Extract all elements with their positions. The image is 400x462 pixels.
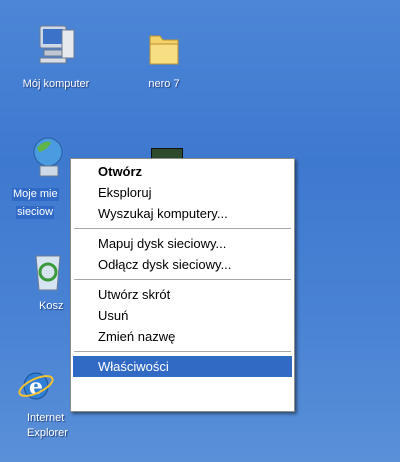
- menu-item-rename[interactable]: Zmień nazwę: [71, 326, 294, 347]
- folder-icon: [146, 28, 182, 72]
- internet-explorer-icon: e: [14, 362, 54, 408]
- desktop-icon-my-computer[interactable]: Mój komputer: [6, 22, 106, 92]
- menu-item-disconnect-network-drive[interactable]: Odłącz dysk sieciowy...: [71, 254, 294, 275]
- menu-separator: [74, 228, 291, 229]
- menu-separator: [74, 351, 291, 352]
- desktop-icon-nero-7[interactable]: nero 7: [114, 28, 214, 92]
- desktop-icon-label: Internet: [27, 412, 65, 424]
- computer-icon: [36, 22, 76, 72]
- desktop-icon-label: Mój komputer: [22, 78, 90, 90]
- menu-item-explore[interactable]: Eksploruj: [71, 182, 294, 203]
- menu-item-properties[interactable]: Właściwości: [73, 356, 292, 377]
- menu-item-delete[interactable]: Usuń: [71, 305, 294, 326]
- context-menu: Otwórz Eksploruj Wyszukaj komputery... M…: [70, 158, 295, 412]
- menu-item-search-computers[interactable]: Wyszukaj komputery...: [71, 203, 294, 224]
- desktop-icon-label: nero 7: [148, 78, 180, 90]
- desktop-icon-label: Moje mie: [12, 188, 59, 201]
- menu-item-create-shortcut[interactable]: Utwórz skrót: [71, 284, 294, 305]
- desktop-icon-label: Kosz: [39, 300, 64, 312]
- desktop-icon-internet-explorer[interactable]: e Internet Explorer: [0, 362, 80, 440]
- desktop-icon-network-places[interactable]: Moje mie sieciow: [0, 132, 70, 220]
- recycle-bin-icon: [28, 246, 68, 294]
- menu-item-map-network-drive[interactable]: Mapuj dysk sieciowy...: [71, 233, 294, 254]
- network-icon: [28, 132, 68, 182]
- desktop-icon-label: Explorer: [27, 427, 68, 439]
- menu-separator: [74, 279, 291, 280]
- desktop-icon-label: sieciow: [16, 206, 55, 219]
- menu-item-open[interactable]: Otwórz: [71, 161, 294, 182]
